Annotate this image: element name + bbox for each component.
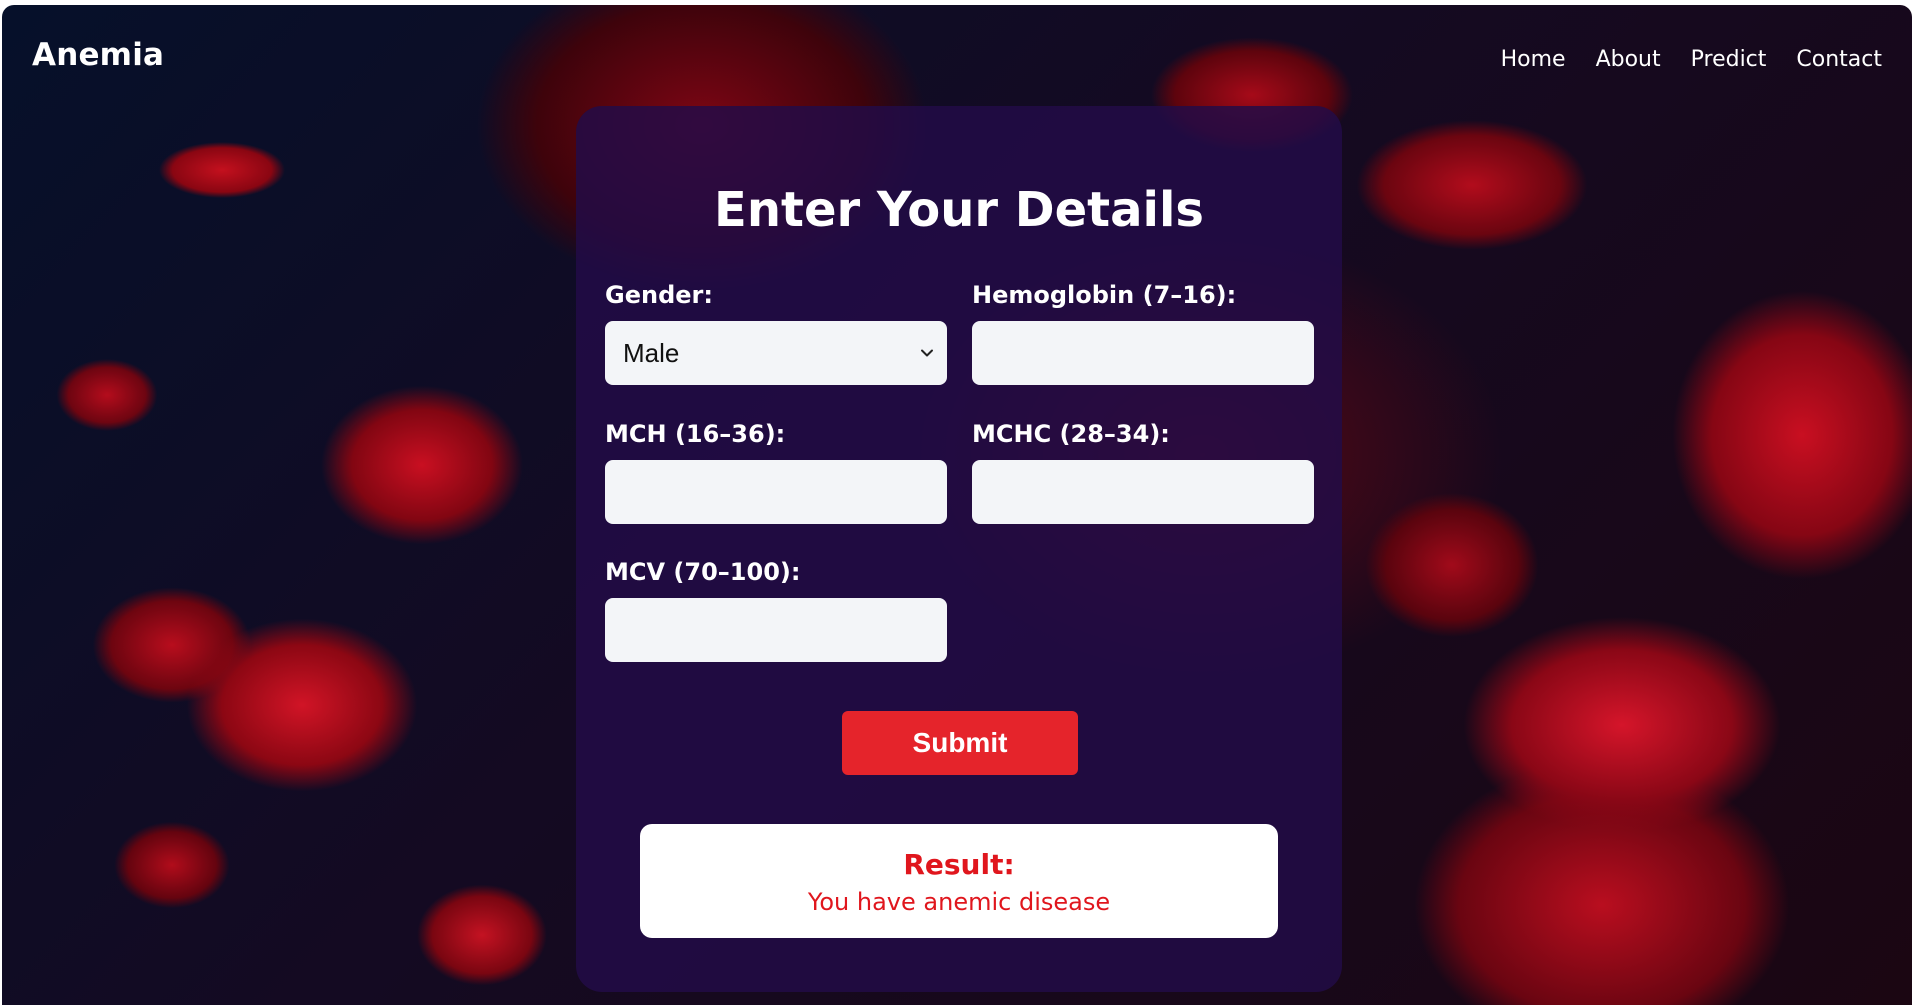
mchc-field: MCHC (28–34):	[972, 420, 1314, 524]
mcv-label: MCV (70–100):	[605, 558, 801, 586]
nav-link-contact[interactable]: Contact	[1796, 47, 1882, 72]
gender-label: Gender:	[605, 281, 713, 309]
result-label: Result:	[903, 848, 1015, 881]
mch-label: MCH (16–36):	[605, 420, 786, 448]
submit-button[interactable]: Submit	[842, 711, 1078, 775]
result-text: You have anemic disease	[807, 888, 1111, 916]
hemoglobin-field: Hemoglobin (7–16):	[972, 281, 1314, 385]
nav-link-predict[interactable]: Predict	[1691, 47, 1767, 72]
mchc-input[interactable]	[972, 460, 1314, 524]
gender-select-wrapper: Male	[605, 321, 947, 385]
form-title: Enter Your Details	[714, 182, 1204, 238]
mchc-label: MCHC (28–34):	[972, 420, 1170, 448]
hemoglobin-input[interactable]	[972, 321, 1314, 385]
mch-field: MCH (16–36):	[605, 420, 947, 524]
gender-field: Gender: Male	[605, 281, 947, 385]
nav-link-home[interactable]: Home	[1501, 47, 1566, 72]
gender-select[interactable]: Male	[605, 321, 947, 385]
mch-input[interactable]	[605, 460, 947, 524]
brand-logo[interactable]: Anemia	[32, 37, 164, 73]
mcv-input[interactable]	[605, 598, 947, 662]
mcv-field: MCV (70–100):	[605, 558, 947, 662]
navbar: Anemia Home About Predict Contact	[2, 5, 1912, 95]
nav-link-about[interactable]: About	[1596, 47, 1661, 72]
details-form-card: Enter Your Details Gender: Male Hemoglob…	[576, 106, 1342, 992]
page-background: Anemia Home About Predict Contact Enter …	[2, 5, 1912, 1005]
nav-links: Home About Predict Contact	[1501, 47, 1882, 72]
result-box: Result: You have anemic disease	[640, 824, 1278, 938]
hemoglobin-label: Hemoglobin (7–16):	[972, 281, 1237, 309]
